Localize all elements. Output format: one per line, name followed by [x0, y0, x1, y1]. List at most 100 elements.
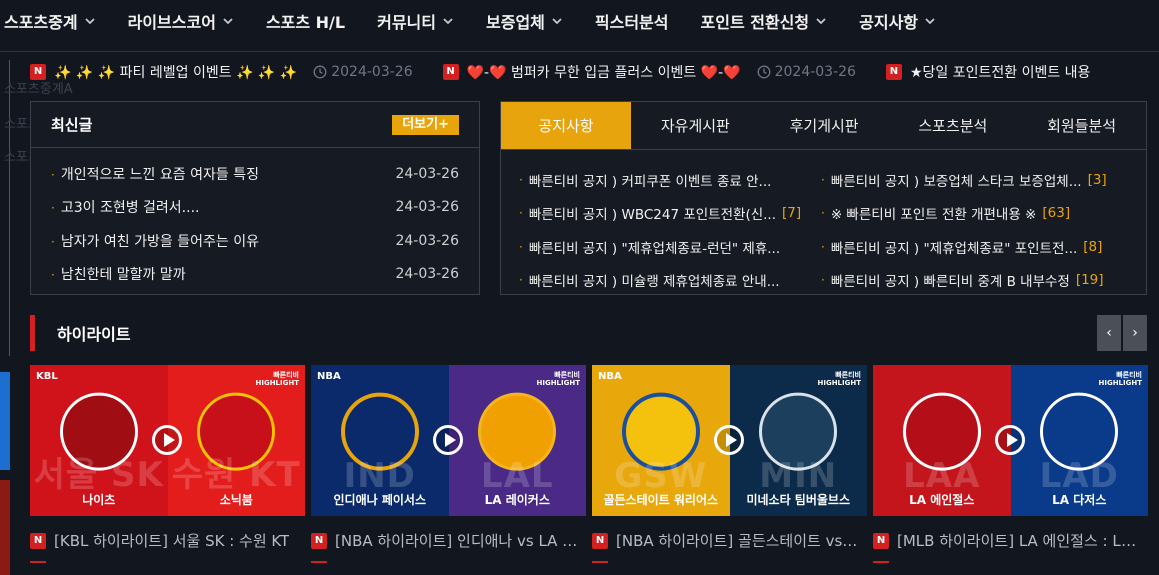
tab-sports-analysis[interactable]: 스포츠분석 — [889, 102, 1018, 149]
bullet-icon: · — [519, 273, 523, 288]
league-logo: NBA — [598, 371, 622, 382]
highlight-card[interactable]: IND 인디애나 페이서스 LAL LA 레이커스 NBA 빠른티비 HIGHLI… — [311, 365, 586, 563]
nav-item-sports-hl[interactable]: 스포츠 H/L — [250, 0, 361, 42]
list-item[interactable]: · 남자가 여친 가방을 들어주는 이유 24-03-26 — [31, 224, 479, 258]
highlight-card[interactable]: 서울 SK 나이츠 수원 KT 소닉붐 KBL 빠른티비 HIGHLIGHT N[… — [30, 365, 305, 563]
league-logo: NBA — [317, 371, 341, 382]
highlight-tag: 빠른티비 HIGHLIGHT — [1098, 371, 1142, 387]
nav-item-pickster[interactable]: 픽스터분석 — [579, 0, 685, 42]
ticker-title: ★당일 포인트전환 이벤트 내용 — [909, 65, 1091, 81]
team-name: 인디애나 페이서스 — [333, 493, 427, 507]
left-team-panel: IND 인디애나 페이서스 — [311, 365, 449, 516]
latest-posts-title: 최신글 — [51, 116, 93, 134]
play-icon[interactable] — [433, 425, 463, 455]
list-item[interactable]: · 빠른티비 공지 ) 미슐랭 제휴업체종료 안내... — [519, 264, 821, 298]
board-tabs: 공지사항 자유게시판 후기게시판 스포츠분석 회원들분석 — [501, 102, 1146, 150]
play-icon[interactable] — [714, 425, 744, 455]
list-item[interactable]: · ※ 빠른티비 포인트 전환 개편내용 ※ [63] — [821, 197, 1123, 231]
tab-review-board[interactable]: 후기게시판 — [760, 102, 889, 149]
card-caption[interactable]: N[NBA 하이라이트] 골든스테이트 vs 미네소타 — [592, 530, 867, 551]
league-logo: KBL — [36, 371, 58, 382]
latest-posts-list: · 개인적으로 느낀 요즘 여자들 특징 24-03-26 · 고3이 조현병 걸려서… — [31, 148, 479, 291]
chevron-down-icon — [222, 15, 234, 27]
left-team-panel: GSW 골든스테이트 워리어스 — [592, 365, 730, 516]
latest-posts-header: 최신글 더보기+ — [31, 102, 479, 148]
bullet-icon: · — [821, 172, 825, 187]
bullet-icon: · — [519, 172, 523, 187]
side-banner-edge — [0, 480, 10, 575]
team-name: 골든스테이트 워리어스 — [603, 493, 719, 507]
side-banner-edge — [0, 372, 10, 470]
next-button[interactable]: › — [1123, 315, 1147, 351]
list-item[interactable]: · 고3이 조현병 걸려서.... 24-03-26 — [31, 191, 479, 225]
chevron-down-icon — [924, 15, 936, 27]
video-thumbnail[interactable]: 서울 SK 나이츠 수원 KT 소닉붐 KBL 빠른티비 HIGHLIGHT — [30, 365, 305, 516]
ticker-item[interactable]: N ❤️-❤️ 범퍼카 무한 입금 플러스 이벤트 ❤️-❤️ 2024-03-… — [413, 62, 856, 82]
new-badge: N — [30, 532, 46, 549]
card-caption[interactable]: N[MLB 하이라이트] LA 에인절스 : LA 다저스 — [873, 530, 1148, 551]
list-item[interactable]: · 빠른티비 공지 ) "제휴업체종료" 포인트전... [8] — [821, 230, 1123, 264]
list-item[interactable]: · 빠른티비 공지 ) "제휴업체종료-런던" 제휴... — [519, 230, 821, 264]
card-caption[interactable]: N [KBL 하이라이트] 서울 SK : 수원 KT — [30, 530, 305, 551]
tab-member-analysis[interactable]: 회원들분석 — [1017, 102, 1146, 149]
prev-button[interactable]: ‹ — [1097, 315, 1121, 351]
news-ticker: N ✨ ✨ ✨ 파티 레벨업 이벤트 ✨ ✨ ✨ 2024-03-26 N ❤️… — [0, 52, 1159, 92]
nav-item-community[interactable]: 커뮤니티 — [361, 0, 470, 42]
nav-item-sports-broadcast[interactable]: 스포츠중계 — [0, 0, 112, 42]
highlight-card[interactable]: GSW 골든스테이트 워리어스 MIN 미네소타 팀버울브스 NBA 빠른티비 H… — [592, 365, 867, 563]
chevron-down-icon — [551, 15, 563, 27]
nav-item-notice[interactable]: 공지사항 — [843, 0, 952, 42]
sidebar-ghost-item: 스포츠중계A — [4, 82, 73, 97]
bullet-icon: · — [821, 239, 825, 254]
play-icon[interactable] — [152, 425, 182, 455]
clock-icon — [313, 65, 327, 79]
team-name: LA 레이커스 — [484, 493, 550, 507]
left-team-panel: 서울 SK 나이츠 — [30, 365, 168, 516]
video-thumbnail[interactable]: GSW 골든스테이트 워리어스 MIN 미네소타 팀버울브스 NBA 빠른티비 H… — [592, 365, 867, 516]
card-underline — [873, 561, 889, 563]
team-name: 소닉붐 — [219, 493, 253, 507]
team-name: 나이츠 — [82, 493, 116, 507]
highlight-title: 하이라이트 — [57, 325, 131, 344]
new-badge: N — [311, 532, 327, 549]
card-underline — [592, 561, 608, 563]
more-button[interactable]: 더보기+ — [392, 114, 459, 135]
highlight-card[interactable]: LAA LA 에인절스 LAD LA 다저스 빠른티비 HIGHLIGHT N [M… — [873, 365, 1148, 563]
list-item[interactable]: · 빠른티비 공지 ) 보증업체 스타크 보증업체... [3] — [821, 163, 1123, 197]
list-item[interactable]: · 빠른티비 공지 ) 빠른티비 중계 B 내부수정 [19] — [821, 264, 1123, 298]
list-item[interactable]: · 빠른티비 공지 ) 커피쿠폰 이벤트 종료 안... — [519, 163, 821, 197]
nav-item-point-convert[interactable]: 포인트 전환신청 — [685, 0, 844, 42]
chevron-down-icon — [84, 15, 96, 27]
play-icon[interactable] — [995, 425, 1025, 455]
highlight-tag: 빠른티비 HIGHLIGHT — [817, 371, 861, 387]
section-marker — [30, 315, 35, 351]
new-badge: N — [442, 64, 459, 80]
video-thumbnail[interactable]: LAA LA 에인절스 LAD LA 다저스 빠른티비 HIGHLIGHT — [873, 365, 1148, 516]
list-item[interactable]: · 개인적으로 느낀 요즘 여자들 특징 24-03-26 — [31, 157, 479, 191]
highlight-tag: 빠른티비 HIGHLIGHT — [255, 371, 299, 387]
list-item[interactable]: · 남친한테 말할까 말까 24-03-26 — [31, 258, 479, 292]
sidebar-ghost — [0, 60, 10, 356]
nav-item-livescore[interactable]: 라이브스코어 — [112, 0, 250, 42]
team-name: 미네소타 팀버울브스 — [746, 493, 851, 507]
card-caption[interactable]: N[NBA 하이라이트] 인디애나 vs LA 레이커스 — [311, 530, 586, 551]
team-name: LA 다저스 — [1052, 493, 1107, 507]
card-underline — [311, 561, 327, 563]
card-underline — [30, 561, 46, 563]
right-team-panel: MIN 미네소타 팀버울브스 — [729, 365, 867, 516]
ticker-date: 2024-03-26 — [313, 64, 413, 80]
new-badge: N — [873, 532, 889, 549]
nav-item-guaranteed[interactable]: 보증업체 — [470, 0, 579, 42]
tab-free-board[interactable]: 자유게시판 — [631, 102, 760, 149]
bullet-icon: · — [51, 234, 55, 249]
bullet-icon: · — [51, 167, 55, 182]
new-badge: N — [592, 532, 608, 549]
tab-notice[interactable]: 공지사항 — [501, 102, 631, 149]
video-thumbnail[interactable]: IND 인디애나 페이서스 LAL LA 레이커스 NBA 빠른티비 HIGHLI… — [311, 365, 586, 516]
new-badge: N — [885, 64, 902, 80]
latest-posts-panel: 최신글 더보기+ · 개인적으로 느낀 요즘 여자들 특징 24-03-26 · 고3… — [30, 101, 480, 295]
ticker-item[interactable]: N ★당일 포인트전환 이벤트 내용 — [856, 62, 1090, 82]
bullet-icon: · — [51, 201, 55, 216]
list-item[interactable]: · 빠른티비 공지 ) WBC247 포인트전환(신... [7] — [519, 197, 821, 231]
bullet-icon: · — [821, 206, 825, 221]
